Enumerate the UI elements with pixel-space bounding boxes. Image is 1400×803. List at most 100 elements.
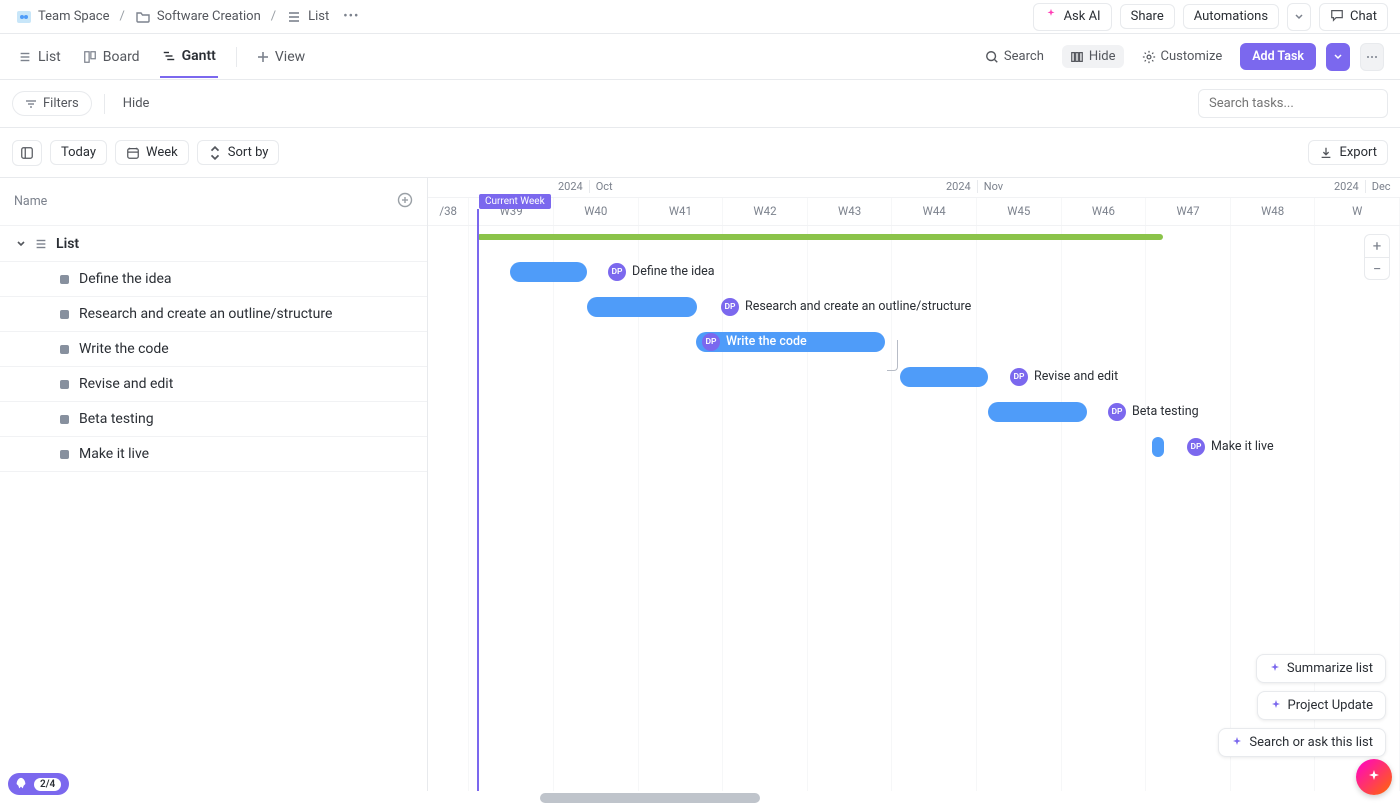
- week-label: W44: [892, 198, 977, 225]
- task-name: Make it live: [79, 446, 149, 462]
- gantt-bar[interactable]: [587, 297, 697, 317]
- share-button[interactable]: Share: [1120, 4, 1175, 29]
- summarize-list-button[interactable]: Summarize list: [1256, 654, 1386, 683]
- status-dot-icon: [60, 275, 69, 284]
- toggle-sidebar-button[interactable]: [12, 140, 42, 166]
- gantt-bar[interactable]: [988, 402, 1087, 422]
- today-line: Current Week: [477, 209, 479, 791]
- zoom-in-button[interactable]: +: [1365, 235, 1389, 257]
- automations-dropdown[interactable]: [1287, 3, 1311, 31]
- gantt-bar[interactable]: [900, 367, 988, 387]
- search-tasks-input[interactable]: [1198, 89, 1388, 118]
- gantt-bar[interactable]: [1152, 437, 1164, 457]
- search-view-button[interactable]: Search: [977, 45, 1052, 68]
- assignee-avatar[interactable]: DP: [1108, 403, 1126, 421]
- breadcrumb-space[interactable]: Team Space: [12, 6, 114, 28]
- search-view-label: Search: [1004, 49, 1044, 64]
- week-label: W46: [1062, 198, 1147, 225]
- week-scale-button[interactable]: Week: [115, 140, 189, 165]
- task-row[interactable]: Write the code: [0, 332, 427, 367]
- timeline-weeks: /38W39W40W41W42W43W44W45W46W47W48W: [428, 198, 1400, 226]
- task-row[interactable]: Beta testing: [0, 402, 427, 437]
- week-label: W47: [1146, 198, 1231, 225]
- today-button[interactable]: Today: [50, 140, 107, 165]
- view-tab-list[interactable]: List: [16, 37, 63, 77]
- add-task-dropdown[interactable]: [1326, 43, 1350, 71]
- name-column-header: Name: [14, 194, 47, 209]
- task-name: Beta testing: [79, 411, 154, 427]
- customize-button[interactable]: Customize: [1134, 45, 1231, 68]
- top-actions: Ask AI Share Automations Chat: [1033, 3, 1388, 31]
- assignee-avatar[interactable]: DP: [608, 263, 626, 281]
- task-row[interactable]: Revise and edit: [0, 367, 427, 402]
- assignee-avatar[interactable]: DP: [702, 333, 720, 351]
- export-button[interactable]: Export: [1308, 140, 1388, 165]
- automations-button[interactable]: Automations: [1183, 4, 1279, 29]
- gantt-bar-label: DPDefine the idea: [608, 263, 715, 281]
- task-sidebar: Name List Define the idea Research and cr…: [0, 178, 428, 791]
- add-view-button[interactable]: View: [255, 37, 307, 77]
- share-label: Share: [1131, 9, 1164, 24]
- breadcrumb-folder-label: Software Creation: [157, 9, 261, 24]
- breadcrumb-list-label: List: [308, 9, 329, 24]
- week-label: W42: [723, 198, 808, 225]
- ai-fab[interactable]: [1356, 759, 1392, 795]
- ask-ai-button[interactable]: Ask AI: [1033, 3, 1112, 31]
- view-actions: Search Hide Customize Add Task: [977, 43, 1384, 71]
- gantt-row: DPResearch and create an outline/structu…: [428, 289, 1400, 324]
- view-tabs: List Board Gantt View: [16, 36, 307, 78]
- task-row[interactable]: Define the idea: [0, 262, 427, 297]
- gantt-row: DPRevise and edit: [428, 359, 1400, 394]
- filters-button[interactable]: Filters: [12, 91, 92, 116]
- sort-by-label: Sort by: [228, 145, 269, 160]
- task-row[interactable]: Make it live: [0, 437, 427, 472]
- add-task-button[interactable]: Add Task: [1240, 43, 1316, 70]
- horizontal-scrollbar[interactable]: [540, 793, 760, 803]
- week-label: W: [1315, 198, 1400, 225]
- team-space-icon: [16, 9, 32, 25]
- task-name: Research and create an outline/structure: [79, 306, 332, 322]
- assignee-avatar[interactable]: DP: [721, 298, 739, 316]
- sidebar-header: Name: [0, 178, 427, 226]
- filters-label: Filters: [43, 96, 79, 111]
- sparkle-icon: [1044, 8, 1058, 26]
- sort-by-button[interactable]: Sort by: [197, 140, 280, 165]
- main: Name List Define the idea Research and cr…: [0, 178, 1400, 791]
- view-more-button[interactable]: [1360, 43, 1384, 71]
- breadcrumb-list[interactable]: List: [282, 6, 333, 28]
- search-ask-button[interactable]: Search or ask this list: [1218, 728, 1386, 757]
- assignee-avatar[interactable]: DP: [1010, 368, 1028, 386]
- summary-bar[interactable]: [477, 234, 1163, 240]
- group-row[interactable]: List: [0, 226, 427, 262]
- breadcrumb-space-label: Team Space: [38, 9, 110, 24]
- breadcrumb-folder[interactable]: Software Creation: [131, 6, 265, 28]
- hide-label: Hide: [123, 96, 150, 111]
- gantt-row: DPBeta testing: [428, 394, 1400, 429]
- add-column-icon[interactable]: [397, 192, 413, 212]
- week-label: W41: [639, 198, 724, 225]
- automations-label: Automations: [1194, 9, 1268, 24]
- project-update-button[interactable]: Project Update: [1257, 691, 1386, 720]
- add-view-label: View: [275, 49, 305, 65]
- divider: [236, 47, 237, 67]
- task-row[interactable]: Research and create an outline/structure: [0, 297, 427, 332]
- task-name: Revise and edit: [79, 376, 173, 392]
- hide-button[interactable]: Hide: [117, 92, 156, 115]
- gantt-bar-label: DPRevise and edit: [1010, 368, 1118, 386]
- status-dot-icon: [60, 310, 69, 319]
- hide-columns-button[interactable]: Hide: [1062, 45, 1124, 68]
- breadcrumb-more-icon[interactable]: •••: [339, 7, 363, 26]
- controls-left: Today Week Sort by: [12, 140, 279, 166]
- zoom-out-button[interactable]: −: [1365, 257, 1389, 279]
- chat-button[interactable]: Chat: [1319, 3, 1388, 31]
- search-tasks-field[interactable]: [1209, 96, 1377, 111]
- onboarding-pill[interactable]: 2/4: [8, 773, 69, 795]
- week-scale-label: Week: [146, 145, 178, 160]
- week-label: W45: [977, 198, 1062, 225]
- view-tab-board[interactable]: Board: [81, 37, 142, 77]
- assignee-avatar[interactable]: DP: [1187, 438, 1205, 456]
- zoom-control: + −: [1364, 234, 1390, 280]
- hide-columns-label: Hide: [1089, 49, 1116, 64]
- gantt-bar[interactable]: [510, 262, 587, 282]
- view-tab-gantt[interactable]: Gantt: [160, 36, 218, 78]
